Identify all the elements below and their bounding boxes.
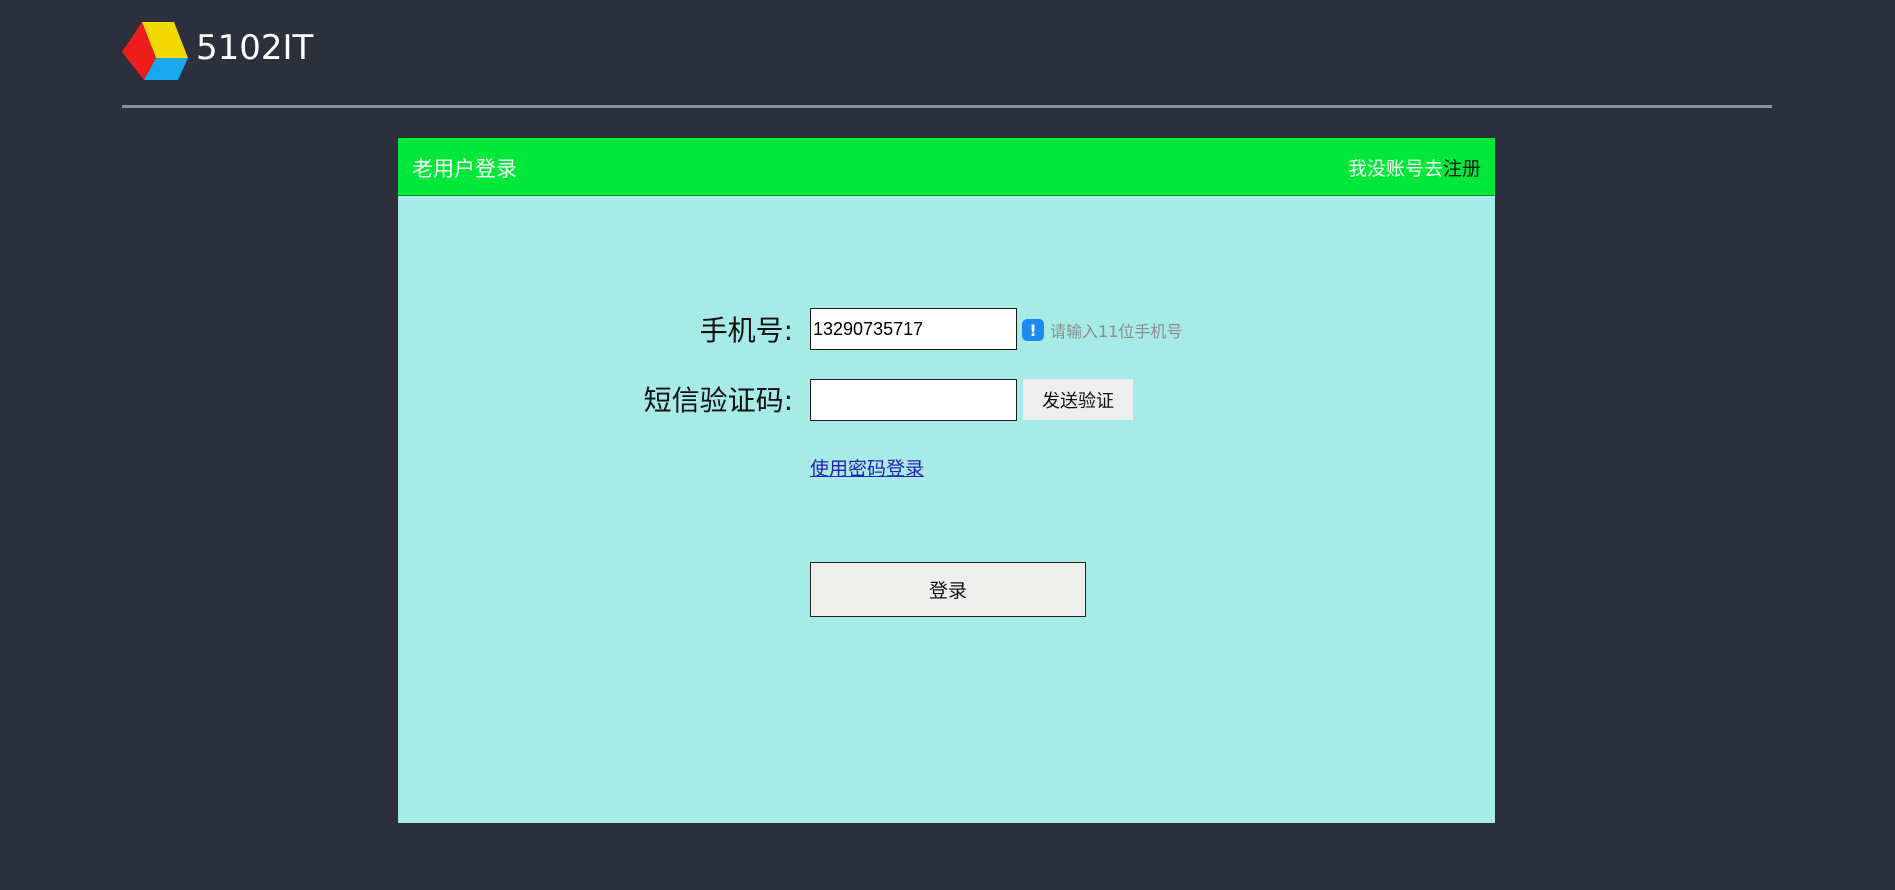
login-card-header: 老用户登录 我没账号去注册 bbox=[398, 138, 1495, 196]
sms-code-label: 短信验证码: bbox=[643, 384, 793, 417]
site-header: 5102IT bbox=[122, 0, 1772, 108]
sms-code-input[interactable] bbox=[810, 379, 1017, 421]
register-link[interactable]: 注册 bbox=[1443, 158, 1481, 180]
logo-icon[interactable] bbox=[122, 22, 188, 80]
register-prompt: 我没账号去 bbox=[1347, 158, 1443, 180]
phone-hint-text: 请输入11位手机号 bbox=[1050, 322, 1183, 341]
card-title: 老用户登录 bbox=[412, 157, 517, 181]
login-button[interactable]: 登录 bbox=[810, 562, 1086, 617]
brand-name[interactable]: 5102IT bbox=[196, 28, 313, 68]
phone-hint: ! 请输入11位手机号 bbox=[1022, 318, 1182, 342]
login-card: 老用户登录 我没账号去注册 手机号: ! 请输入11位手机号 短信验证码: 发送… bbox=[397, 137, 1496, 824]
phone-label: 手机号: bbox=[699, 314, 793, 347]
send-code-button[interactable]: 发送验证 bbox=[1023, 379, 1133, 420]
register-prompt-area: 我没账号去注册 bbox=[1348, 154, 1481, 181]
info-exclamation-icon: ! bbox=[1022, 319, 1044, 341]
password-login-link[interactable]: 使用密码登录 bbox=[810, 454, 924, 481]
phone-input[interactable] bbox=[810, 308, 1017, 350]
